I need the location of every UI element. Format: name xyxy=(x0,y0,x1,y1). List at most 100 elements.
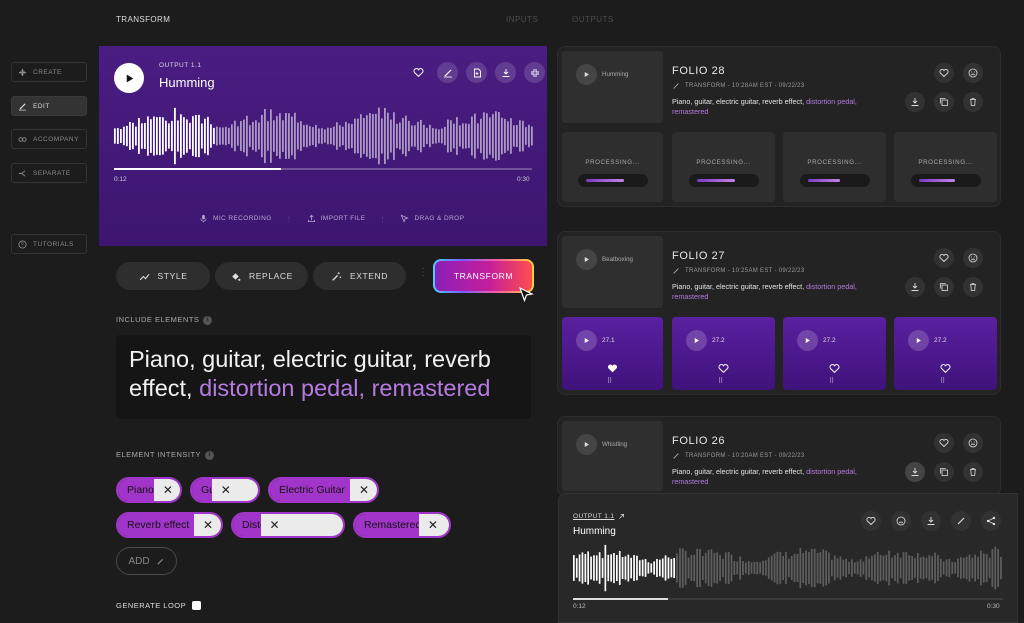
sidebar-item-edit[interactable]: EDIT xyxy=(11,96,87,116)
remove-icon[interactable]: ✕ xyxy=(428,518,438,532)
waveform-bar xyxy=(1000,556,1002,580)
waveform-bar xyxy=(799,547,802,589)
play-button[interactable] xyxy=(797,330,818,351)
intensity-chip-piano[interactable]: Piano ✕ xyxy=(116,477,182,503)
waveform-bar xyxy=(486,113,488,159)
audio-player: OUTPUT 1.1 Humming 0:12 0:30 MIC RECORDI… xyxy=(99,46,547,246)
drag-handle-icon[interactable]: ⠿ xyxy=(718,377,724,385)
style-button[interactable]: STYLE xyxy=(116,262,210,290)
download-button[interactable] xyxy=(905,462,925,482)
elements-input[interactable]: Piano, guitar, electric guitar, reverb e… xyxy=(116,335,531,419)
import-file-button[interactable]: IMPORT FILE xyxy=(307,214,366,223)
edit-button[interactable] xyxy=(951,511,971,531)
export-file-button[interactable] xyxy=(466,62,487,83)
download-button[interactable] xyxy=(905,277,925,297)
play-button[interactable] xyxy=(576,434,597,455)
remove-icon[interactable]: ✕ xyxy=(359,483,369,497)
sidebar-item-create[interactable]: CREATE xyxy=(11,62,87,82)
download-button[interactable] xyxy=(905,92,925,112)
collapse-button[interactable] xyxy=(524,62,545,83)
waveform-bar xyxy=(994,546,997,590)
output-card[interactable]: 27.2 ⠿ xyxy=(783,317,886,390)
add-element-button[interactable]: ADD xyxy=(116,547,177,575)
waveform-bar xyxy=(528,124,530,148)
progress-track[interactable] xyxy=(114,168,532,170)
output-card[interactable]: 27.1 ⠿ xyxy=(562,317,663,390)
waveform-bar xyxy=(255,120,257,152)
source-thumbnail[interactable]: Whistling xyxy=(562,421,663,491)
play-button[interactable] xyxy=(576,64,597,85)
remove-icon[interactable]: ✕ xyxy=(203,518,213,532)
sidebar-item-accompany[interactable]: ACCOMPANY xyxy=(11,129,87,149)
download-button[interactable] xyxy=(495,62,516,83)
intensity-chip-remastered[interactable]: Remastered ✕ xyxy=(353,512,451,538)
checkbox[interactable] xyxy=(192,601,202,610)
replace-button[interactable]: REPLACE xyxy=(215,262,308,290)
intensity-chip-reverb-effect[interactable]: Reverb effect ✕ xyxy=(116,512,223,538)
info-icon[interactable]: i xyxy=(205,450,215,460)
like-button[interactable] xyxy=(934,63,954,83)
play-button[interactable] xyxy=(576,249,597,270)
remove-icon[interactable]: ✕ xyxy=(270,518,280,532)
intensity-chip-electric-guitar[interactable]: Electric Guitar ✕ xyxy=(268,477,379,503)
output-link[interactable]: OUTPUT 1.1 xyxy=(573,513,625,520)
heart-icon[interactable] xyxy=(718,363,729,374)
waveform-bar xyxy=(704,552,707,584)
source-thumbnail[interactable]: Humming xyxy=(562,51,663,123)
delete-button[interactable] xyxy=(963,277,983,297)
tab-outputs[interactable]: OUTPUTS xyxy=(572,15,614,24)
play-button[interactable] xyxy=(114,63,144,93)
waveform-bar xyxy=(684,550,687,585)
like-button[interactable] xyxy=(861,511,881,531)
dislike-button[interactable] xyxy=(963,248,983,268)
source-thumbnail[interactable]: Beatboxing xyxy=(562,236,663,308)
waveform-bar xyxy=(590,556,592,580)
waveform-bar xyxy=(228,127,230,144)
remove-icon[interactable]: ✕ xyxy=(163,483,173,497)
play-button[interactable] xyxy=(686,330,707,351)
drag-drop-area[interactable]: DRAG & DROP xyxy=(400,214,464,223)
dislike-button[interactable] xyxy=(963,433,983,453)
edit-track-button[interactable] xyxy=(437,62,458,83)
delete-button[interactable] xyxy=(963,462,983,482)
duplicate-button[interactable] xyxy=(934,277,954,297)
like-button[interactable] xyxy=(934,248,954,268)
progress-track[interactable] xyxy=(573,598,1003,600)
sidebar-item-tutorials[interactable]: ? TUTORIALS xyxy=(11,234,87,254)
info-icon[interactable]: i xyxy=(203,315,213,325)
waveform-bar xyxy=(240,121,242,151)
download-button[interactable] xyxy=(921,511,941,531)
intensity-chip-distortion-pedal[interactable]: Distortion Pedal✕ xyxy=(231,512,345,538)
drag-handle-icon[interactable]: ⠿ xyxy=(607,377,613,385)
like-button[interactable] xyxy=(934,433,954,453)
generate-loop-toggle[interactable]: GENERATE LOOP xyxy=(116,601,202,610)
intensity-chip-guitar[interactable]: Guitar✕ xyxy=(190,477,260,503)
drag-handle-icon[interactable]: ⠿ xyxy=(829,377,835,385)
heart-icon[interactable] xyxy=(940,363,951,374)
heart-icon[interactable] xyxy=(829,363,840,374)
download-icon xyxy=(911,98,919,106)
extend-button[interactable]: EXTEND xyxy=(313,262,406,290)
mic-recording-button[interactable]: MIC RECORDING xyxy=(199,214,272,223)
waveform-bar xyxy=(851,559,853,577)
waveform[interactable] xyxy=(114,106,534,166)
remove-icon[interactable]: ✕ xyxy=(221,483,231,497)
play-button[interactable] xyxy=(576,330,597,351)
sidebar-item-label: EDIT xyxy=(33,102,50,110)
waveform-bar xyxy=(939,558,942,578)
like-button[interactable] xyxy=(413,62,429,83)
tab-inputs[interactable]: INPUTS xyxy=(506,15,538,24)
dislike-button[interactable] xyxy=(963,63,983,83)
output-card[interactable]: 27.2 ⠿ xyxy=(894,317,997,390)
waveform[interactable] xyxy=(573,544,1003,592)
share-button[interactable] xyxy=(981,511,1001,531)
duplicate-button[interactable] xyxy=(934,462,954,482)
drag-handle-icon[interactable]: ⠿ xyxy=(940,377,946,385)
delete-button[interactable] xyxy=(963,92,983,112)
heart-filled-icon[interactable] xyxy=(607,363,618,374)
sidebar-item-separate[interactable]: SEPARATE xyxy=(11,163,87,183)
duplicate-button[interactable] xyxy=(934,92,954,112)
output-card[interactable]: 27.2 ⠿ xyxy=(672,317,775,390)
play-button[interactable] xyxy=(908,330,929,351)
dislike-button[interactable] xyxy=(891,511,911,531)
